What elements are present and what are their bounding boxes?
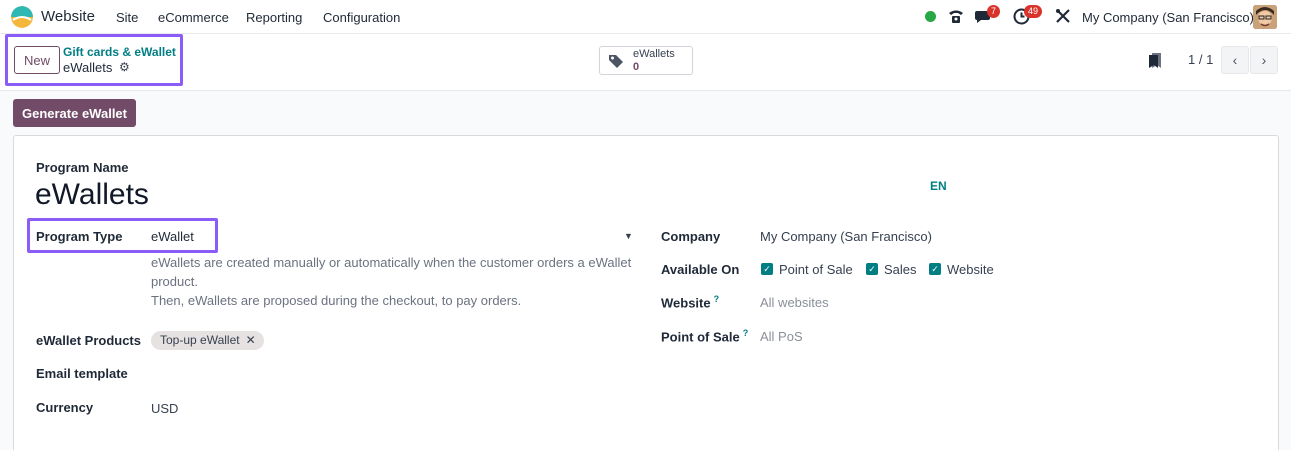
tags-icon — [608, 53, 626, 72]
program-type-help-line-3: Then, eWallets are proposed during the c… — [151, 293, 522, 308]
pos-label-text: Point of Sale — [661, 329, 740, 345]
product-tag-label: Top-up eWallet — [160, 333, 240, 347]
website-help-icon[interactable]: ? — [714, 294, 720, 304]
currency-label: Currency — [36, 400, 94, 415]
chevron-down-icon[interactable]: ▼ — [624, 231, 633, 241]
menu-ecommerce[interactable]: eCommerce — [158, 10, 229, 25]
website-field[interactable]: All websites — [760, 295, 829, 310]
pager-value[interactable]: 1 / 1 — [1188, 52, 1213, 67]
sales-option-label: Sales — [884, 262, 917, 277]
program-type-label: Program Type — [36, 229, 123, 244]
generate-ewallet-button[interactable]: Generate eWallet — [13, 99, 136, 127]
language-button[interactable]: EN — [930, 179, 947, 193]
available-on-label: Available On — [661, 262, 740, 277]
website-app-icon[interactable] — [11, 6, 33, 28]
pos-field[interactable]: All PoS — [760, 329, 803, 344]
company-switcher[interactable]: My Company (San Francisco) — [1082, 10, 1254, 25]
program-type-select[interactable]: eWallet — [151, 229, 194, 244]
pager-next-button[interactable]: › — [1250, 46, 1278, 74]
program-name-field[interactable]: eWallets — [35, 178, 149, 212]
activities-badge: 49 — [1024, 5, 1043, 18]
point-of-sale-checkbox[interactable]: ✓ — [761, 263, 773, 275]
bookmark-icon[interactable] — [1148, 52, 1162, 72]
smart-button-value: 0 — [633, 61, 640, 73]
ewallet-products-label: eWallet Products — [36, 333, 141, 348]
debug-tools-icon[interactable] — [1055, 8, 1071, 27]
currency-field[interactable]: USD — [151, 401, 178, 416]
user-avatar[interactable] — [1253, 5, 1277, 29]
program-type-help-line-1: eWallets are created manually or automat… — [151, 255, 632, 270]
website-label-text: Website — [661, 295, 711, 311]
remove-tag-icon[interactable]: ✕ — [246, 331, 256, 350]
product-tag: Top-up eWallet ✕ — [151, 331, 264, 350]
email-template-label: Email template — [36, 366, 128, 381]
menu-configuration[interactable]: Configuration — [323, 10, 400, 25]
website-label: Website? — [661, 294, 719, 310]
company-label: Company — [661, 229, 721, 244]
presence-status-icon[interactable] — [925, 11, 936, 22]
program-name-label: Program Name — [36, 160, 129, 175]
menu-reporting[interactable]: Reporting — [246, 10, 302, 25]
messages-badge: 7 — [987, 5, 1001, 18]
pos-label: Point of Sale? — [661, 328, 748, 344]
app-name[interactable]: Website — [41, 8, 95, 25]
pos-help-icon[interactable]: ? — [743, 328, 749, 338]
top-navbar: Website Site eCommerce Reporting Configu… — [0, 0, 1291, 34]
phone-icon[interactable] — [947, 7, 965, 28]
company-field[interactable]: My Company (San Francisco) — [760, 229, 932, 244]
sales-checkbox[interactable]: ✓ — [866, 263, 878, 275]
pager-previous-button[interactable]: ‹ — [1221, 46, 1249, 74]
program-type-help-line-2: product. — [151, 274, 198, 289]
menu-site[interactable]: Site — [116, 10, 138, 25]
website-checkbox[interactable]: ✓ — [929, 263, 941, 275]
highlight-box-breadcrumb — [5, 34, 183, 86]
point-of-sale-option-label: Point of Sale — [779, 262, 853, 277]
website-option-label: Website — [947, 262, 994, 277]
control-panel: New Gift cards & eWallet eWallets ⚙ eWal… — [0, 34, 1291, 91]
smart-button-label: eWallets — [633, 48, 675, 60]
ewallets-smart-button[interactable]: eWallets 0 — [599, 46, 693, 75]
